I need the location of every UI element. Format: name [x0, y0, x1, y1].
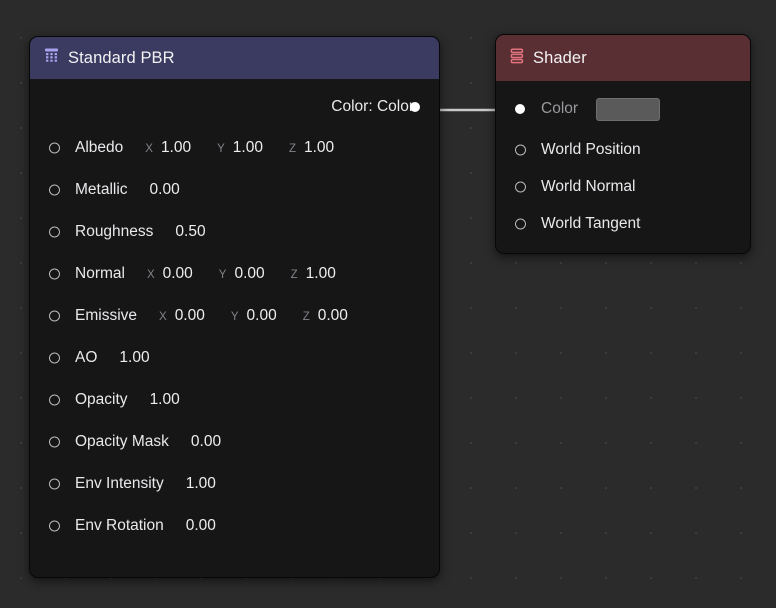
- input-port-world-position[interactable]: [515, 144, 526, 155]
- input-label-world-tangent: World Tangent: [541, 214, 641, 232]
- input-row-color[interactable]: Color: [496, 87, 750, 131]
- axis-label-z: Z: [302, 311, 310, 323]
- vector-component-z[interactable]: Z 1.00: [291, 265, 336, 283]
- axis-label-z: Z: [288, 143, 296, 155]
- node-header-standard-pbr[interactable]: Standard PBR: [30, 37, 439, 79]
- input-port-opacity[interactable]: [49, 394, 60, 406]
- axis-label-y: Y: [217, 143, 225, 155]
- input-label-world-position: World Position: [541, 140, 641, 158]
- value-opacity-mask[interactable]: 0.00: [191, 433, 221, 451]
- input-label-emissive: Emissive: [75, 307, 138, 324]
- input-label-opacity-mask: Opacity Mask: [75, 433, 169, 450]
- node-title-standard-pbr: Standard PBR: [68, 48, 175, 67]
- vector-field-albedo[interactable]: X 1.00 Y 1.00 Z 1.00: [145, 139, 334, 157]
- vector-component-x[interactable]: X 0.00: [147, 265, 193, 283]
- axis-label-x: X: [145, 143, 153, 155]
- node-body-shader: Color World Position World Normal World …: [496, 81, 750, 253]
- axis-label-y: Y: [218, 269, 227, 281]
- value-z: 0.00: [317, 307, 348, 324]
- input-label-ao: AO: [75, 349, 98, 366]
- input-label-world-normal: World Normal: [541, 177, 636, 195]
- value-metallic[interactable]: 0.00: [150, 181, 180, 199]
- value-z: 1.00: [303, 139, 335, 156]
- node-graph-canvas[interactable]: Standard PBR Color: Color Albedo X 1.00: [0, 0, 776, 608]
- input-row-albedo[interactable]: Albedo X 1.00 Y 1.00 Z 1.00: [30, 127, 439, 169]
- input-port-albedo[interactable]: [49, 142, 60, 154]
- input-port-ao[interactable]: [49, 352, 60, 364]
- value-x: 0.00: [162, 265, 193, 282]
- vector-component-y[interactable]: Y 0.00: [231, 307, 277, 325]
- input-row-roughness[interactable]: Roughness 0.50: [30, 211, 439, 253]
- value-roughness[interactable]: 0.50: [175, 223, 205, 241]
- node-standard-pbr[interactable]: Standard PBR Color: Color Albedo X 1.00: [29, 36, 440, 578]
- node-title-shader: Shader: [533, 48, 587, 67]
- input-row-world-normal[interactable]: World Normal: [496, 168, 750, 205]
- input-port-color[interactable]: [515, 104, 525, 114]
- node-shader[interactable]: Shader Color World Position World Normal: [495, 34, 751, 254]
- vector-component-y[interactable]: Y 1.00: [217, 139, 263, 157]
- vector-component-z[interactable]: Z 1.00: [289, 139, 334, 157]
- input-label-roughness: Roughness: [75, 223, 154, 240]
- color-swatch[interactable]: [596, 97, 661, 121]
- vector-field-emissive[interactable]: X 0.00 Y 0.00 Z 0.00: [159, 307, 348, 325]
- input-label-color: Color: [541, 100, 579, 117]
- input-port-env-rotation[interactable]: [49, 520, 60, 532]
- axis-label-x: X: [146, 269, 155, 281]
- input-row-opacity[interactable]: Opacity 1.00: [30, 379, 439, 421]
- input-label-opacity: Opacity: [75, 391, 128, 408]
- input-row-world-position[interactable]: World Position: [496, 131, 750, 168]
- grid-texture-icon: [44, 48, 59, 69]
- value-env-intensity[interactable]: 1.00: [186, 475, 216, 493]
- value-env-rotation[interactable]: 0.00: [186, 517, 216, 535]
- input-port-normal[interactable]: [49, 268, 60, 280]
- input-label-metallic: Metallic: [75, 181, 128, 198]
- input-label-env-intensity: Env Intensity: [75, 475, 164, 492]
- input-row-env-intensity[interactable]: Env Intensity 1.00: [30, 463, 439, 505]
- input-row-env-rotation[interactable]: Env Rotation 0.00: [30, 505, 439, 547]
- input-row-metallic[interactable]: Metallic 0.00: [30, 169, 439, 211]
- vector-component-z[interactable]: Z 0.00: [303, 307, 348, 325]
- layers-stack-icon: [510, 48, 524, 69]
- output-port-color[interactable]: [410, 102, 420, 112]
- input-row-ao[interactable]: AO 1.00: [30, 337, 439, 379]
- input-row-normal[interactable]: Normal X 0.00 Y 0.00 Z 1.00: [30, 253, 439, 295]
- input-port-metallic[interactable]: [49, 184, 60, 196]
- value-opacity[interactable]: 1.00: [150, 391, 180, 409]
- input-label-env-rotation: Env Rotation: [75, 517, 164, 534]
- output-label-color: Color: Color: [331, 98, 414, 115]
- node-body-standard-pbr: Color: Color Albedo X 1.00 Y 1.00 Z 1.00…: [30, 79, 439, 561]
- input-label-albedo: Albedo: [75, 139, 124, 156]
- value-x: 1.00: [160, 139, 192, 156]
- input-port-world-tangent[interactable]: [515, 218, 526, 229]
- axis-label-x: X: [159, 311, 167, 323]
- input-row-emissive[interactable]: Emissive X 0.00 Y 0.00 Z 0.00: [30, 295, 439, 337]
- output-row-color[interactable]: Color: Color: [30, 87, 439, 127]
- value-y: 0.00: [246, 307, 277, 324]
- vector-component-x[interactable]: X 0.00: [159, 307, 205, 325]
- input-port-emissive[interactable]: [49, 310, 60, 322]
- node-header-shader[interactable]: Shader: [496, 35, 750, 81]
- input-port-env-intensity[interactable]: [49, 478, 60, 490]
- vector-component-x[interactable]: X 1.00: [145, 139, 191, 157]
- value-z: 1.00: [305, 265, 336, 282]
- vector-component-y[interactable]: Y 0.00: [219, 265, 265, 283]
- value-x: 0.00: [174, 307, 205, 324]
- value-y: 1.00: [232, 139, 263, 156]
- value-ao[interactable]: 1.00: [119, 349, 149, 367]
- input-row-opacity-mask[interactable]: Opacity Mask 0.00: [30, 421, 439, 463]
- vector-field-normal[interactable]: X 0.00 Y 0.00 Z 1.00: [147, 265, 336, 283]
- axis-label-y: Y: [230, 311, 239, 323]
- input-port-world-normal[interactable]: [515, 181, 526, 192]
- input-port-roughness[interactable]: [49, 226, 60, 238]
- input-row-world-tangent[interactable]: World Tangent: [496, 205, 750, 242]
- input-label-normal: Normal: [75, 265, 125, 282]
- input-port-opacity-mask[interactable]: [49, 436, 60, 448]
- value-y: 0.00: [234, 265, 265, 282]
- axis-label-z: Z: [290, 269, 298, 281]
